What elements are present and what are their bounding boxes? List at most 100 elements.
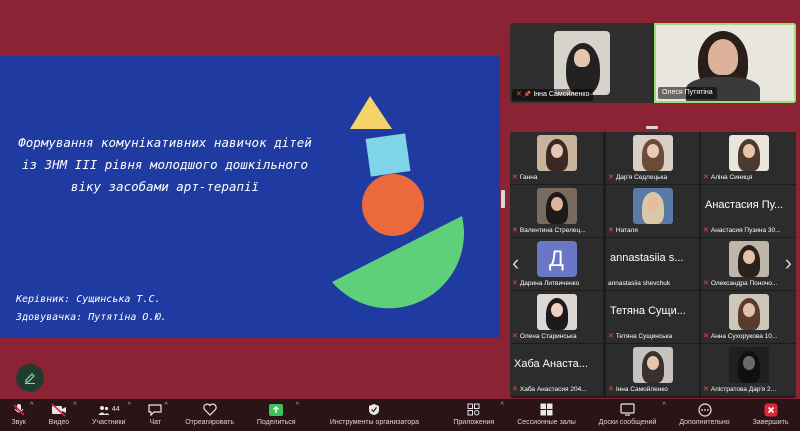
participant-display-name: annastasiia s... [610, 252, 684, 264]
video-tile[interactable]: Тетяна Сущи... ✕ Тетяна Сущинська [606, 291, 699, 343]
participant-name-label: ✕ Олена Старинська [512, 331, 601, 342]
participant-name: Апістратова Дар'я 2... [710, 386, 777, 393]
participant-name-label: ✕ Анастасия Пузина 30... [703, 225, 794, 236]
video-tile[interactable]: ✕ Анна Сухорукова 10... [701, 291, 796, 343]
participant-video [632, 188, 673, 224]
participant-name: Анна Сухорукова 10... [710, 333, 778, 340]
chevron-up-icon[interactable]: ^ [500, 402, 503, 409]
participant-video [632, 135, 673, 171]
video-tile[interactable]: Анастасия Пу... ✕ Анастасия Пузина 30... [701, 185, 796, 237]
participants-icon: 44 [98, 402, 120, 417]
chat-button[interactable]: ^ Чат [137, 399, 174, 431]
video-label: Видео [48, 419, 70, 426]
video-tile[interactable]: ✕ Валентина Стрелец... [510, 185, 603, 237]
participant-video [728, 241, 769, 277]
muted-mic-icon: ✕ [512, 174, 518, 181]
video-tile[interactable]: ✕ Аліна Синиця [701, 132, 796, 184]
slide-supervisor: Керівник: Сущинська Т.С. [16, 294, 161, 305]
share-screen-button[interactable]: ^ Поделиться [245, 399, 307, 431]
slide-decoration-shapes [332, 96, 465, 309]
heart-icon [202, 402, 217, 417]
participant-name-label: ✕ Дарина Литвиченко [512, 278, 601, 289]
more-icon [697, 402, 712, 417]
breakout-rooms-button[interactable]: Сессионные залы [506, 399, 587, 431]
participant-name-label: ✕ Інна Самойленко [608, 384, 697, 395]
chevron-up-icon[interactable]: ^ [30, 402, 33, 409]
react-label: Отреагировать [185, 419, 235, 426]
video-tile[interactable]: ✕ 📌 Інна Самойленко [510, 23, 652, 103]
more-label: Дополнительно [679, 419, 730, 426]
video-off-icon [51, 402, 67, 417]
breakout-rooms-icon [540, 402, 553, 417]
participants-button[interactable]: 44 ^ Участники [81, 399, 137, 431]
video-tile[interactable]: ✕ Олена Старинська [510, 291, 603, 343]
split-view-handle[interactable] [501, 190, 505, 208]
video-tile[interactable]: annastasiia s... annastasiia shevchuk [606, 238, 699, 290]
participant-name: Анастасия Пузина 30... [710, 227, 781, 234]
apps-button[interactable]: ^ Приложения [442, 399, 506, 431]
chat-icon [148, 402, 162, 417]
participant-name-bar: ✕ 📌 Інна Самойленко [512, 89, 594, 101]
participant-name-label: ✕ Олександра Поночо... [703, 278, 794, 289]
chevron-up-icon[interactable]: ^ [73, 402, 76, 409]
participant-name-label: ✕ Апістратова Дар'я 2... [703, 384, 794, 395]
gallery-prev-icon[interactable]: ‹ [512, 250, 519, 276]
annotate-button[interactable] [16, 364, 44, 392]
video-tile[interactable]: ✕ Інна Самойленко [606, 344, 699, 396]
gallery-next-icon[interactable]: › [785, 250, 792, 276]
participant-name: Олеся Путятіна [662, 89, 713, 96]
participant-face [550, 197, 563, 211]
participants-count: 44 [111, 406, 120, 413]
whiteboard-icon [620, 402, 635, 417]
gallery-resize-handle[interactable] [646, 126, 658, 129]
audio-button[interactable]: ^ Звук [0, 399, 37, 431]
participant-video [632, 347, 673, 383]
video-tile[interactable]: Д ✕ Дарина Литвиченко [510, 238, 603, 290]
muted-mic-icon: ✕ [512, 386, 518, 393]
react-button[interactable]: Отреагировать [174, 399, 246, 431]
participant-name-label: ✕ Ганна [512, 172, 601, 183]
participant-face [742, 144, 755, 158]
chevron-up-icon[interactable]: ^ [128, 402, 131, 409]
participant-name-label: ✕ Дар'я Седлецька [608, 172, 697, 183]
video-tile[interactable]: ✕ Олександра Поночо... [701, 238, 796, 290]
participant-face [574, 49, 590, 67]
pin-icon: 📌 [523, 92, 532, 98]
host-tools-button[interactable]: Инструменты организатора [307, 399, 442, 431]
participant-video [728, 135, 769, 171]
end-meeting-button[interactable]: Завершить [741, 399, 800, 431]
end-label: Завершить [752, 419, 789, 426]
video-tile[interactable]: ✕ Наталя [606, 185, 699, 237]
participant-name-label: ✕ Аліна Синиця [703, 172, 794, 183]
more-button[interactable]: Дополнительно [668, 399, 741, 431]
active-speaker-tile[interactable]: Олеся Путятіна [654, 23, 796, 103]
whiteboards-button[interactable]: ^ Доски сообщений [587, 399, 668, 431]
video-button[interactable]: ^ Видео [37, 399, 80, 431]
participant-face [742, 250, 755, 264]
participant-name: Олександра Поночо... [710, 280, 778, 287]
slide-title: Формування комунікативних навичок дітей … [18, 135, 312, 194]
shared-screen-slide: Формування комунікативних навичок дітей … [0, 56, 500, 338]
muted-mic-icon: ✕ [516, 91, 522, 98]
participant-name: Дар'я Седлецька [615, 174, 668, 181]
participant-name: Хаба Анастасия 204... [519, 386, 587, 393]
chevron-up-icon[interactable]: ^ [663, 402, 666, 409]
video-tile[interactable]: ✕ Дар'я Седлецька [606, 132, 699, 184]
video-tile[interactable]: ✕ Апістратова Дар'я 2... [701, 344, 796, 396]
chevron-up-icon[interactable]: ^ [164, 402, 167, 409]
participant-face [742, 356, 755, 370]
muted-mic-icon: ✕ [703, 280, 709, 287]
muted-mic-icon: ✕ [608, 174, 614, 181]
participant-name: Олена Старинська [519, 333, 577, 340]
video-tile[interactable]: ✕ Ганна [510, 132, 603, 184]
muted-mic-icon: ✕ [703, 386, 709, 393]
breakout-label: Сессионные залы [517, 419, 576, 426]
apps-label: Приложения [453, 419, 495, 426]
chevron-up-icon[interactable]: ^ [296, 402, 299, 409]
participant-name-bar: Олеся Путятіна [658, 87, 717, 99]
participant-name: Інна Самойленко [533, 91, 590, 98]
participant-face [550, 144, 563, 158]
muted-mic-icon: ✕ [608, 333, 614, 340]
chat-label: Чат [149, 419, 162, 426]
video-tile[interactable]: Хаба Анаста... ✕ Хаба Анастасия 204... [510, 344, 603, 396]
